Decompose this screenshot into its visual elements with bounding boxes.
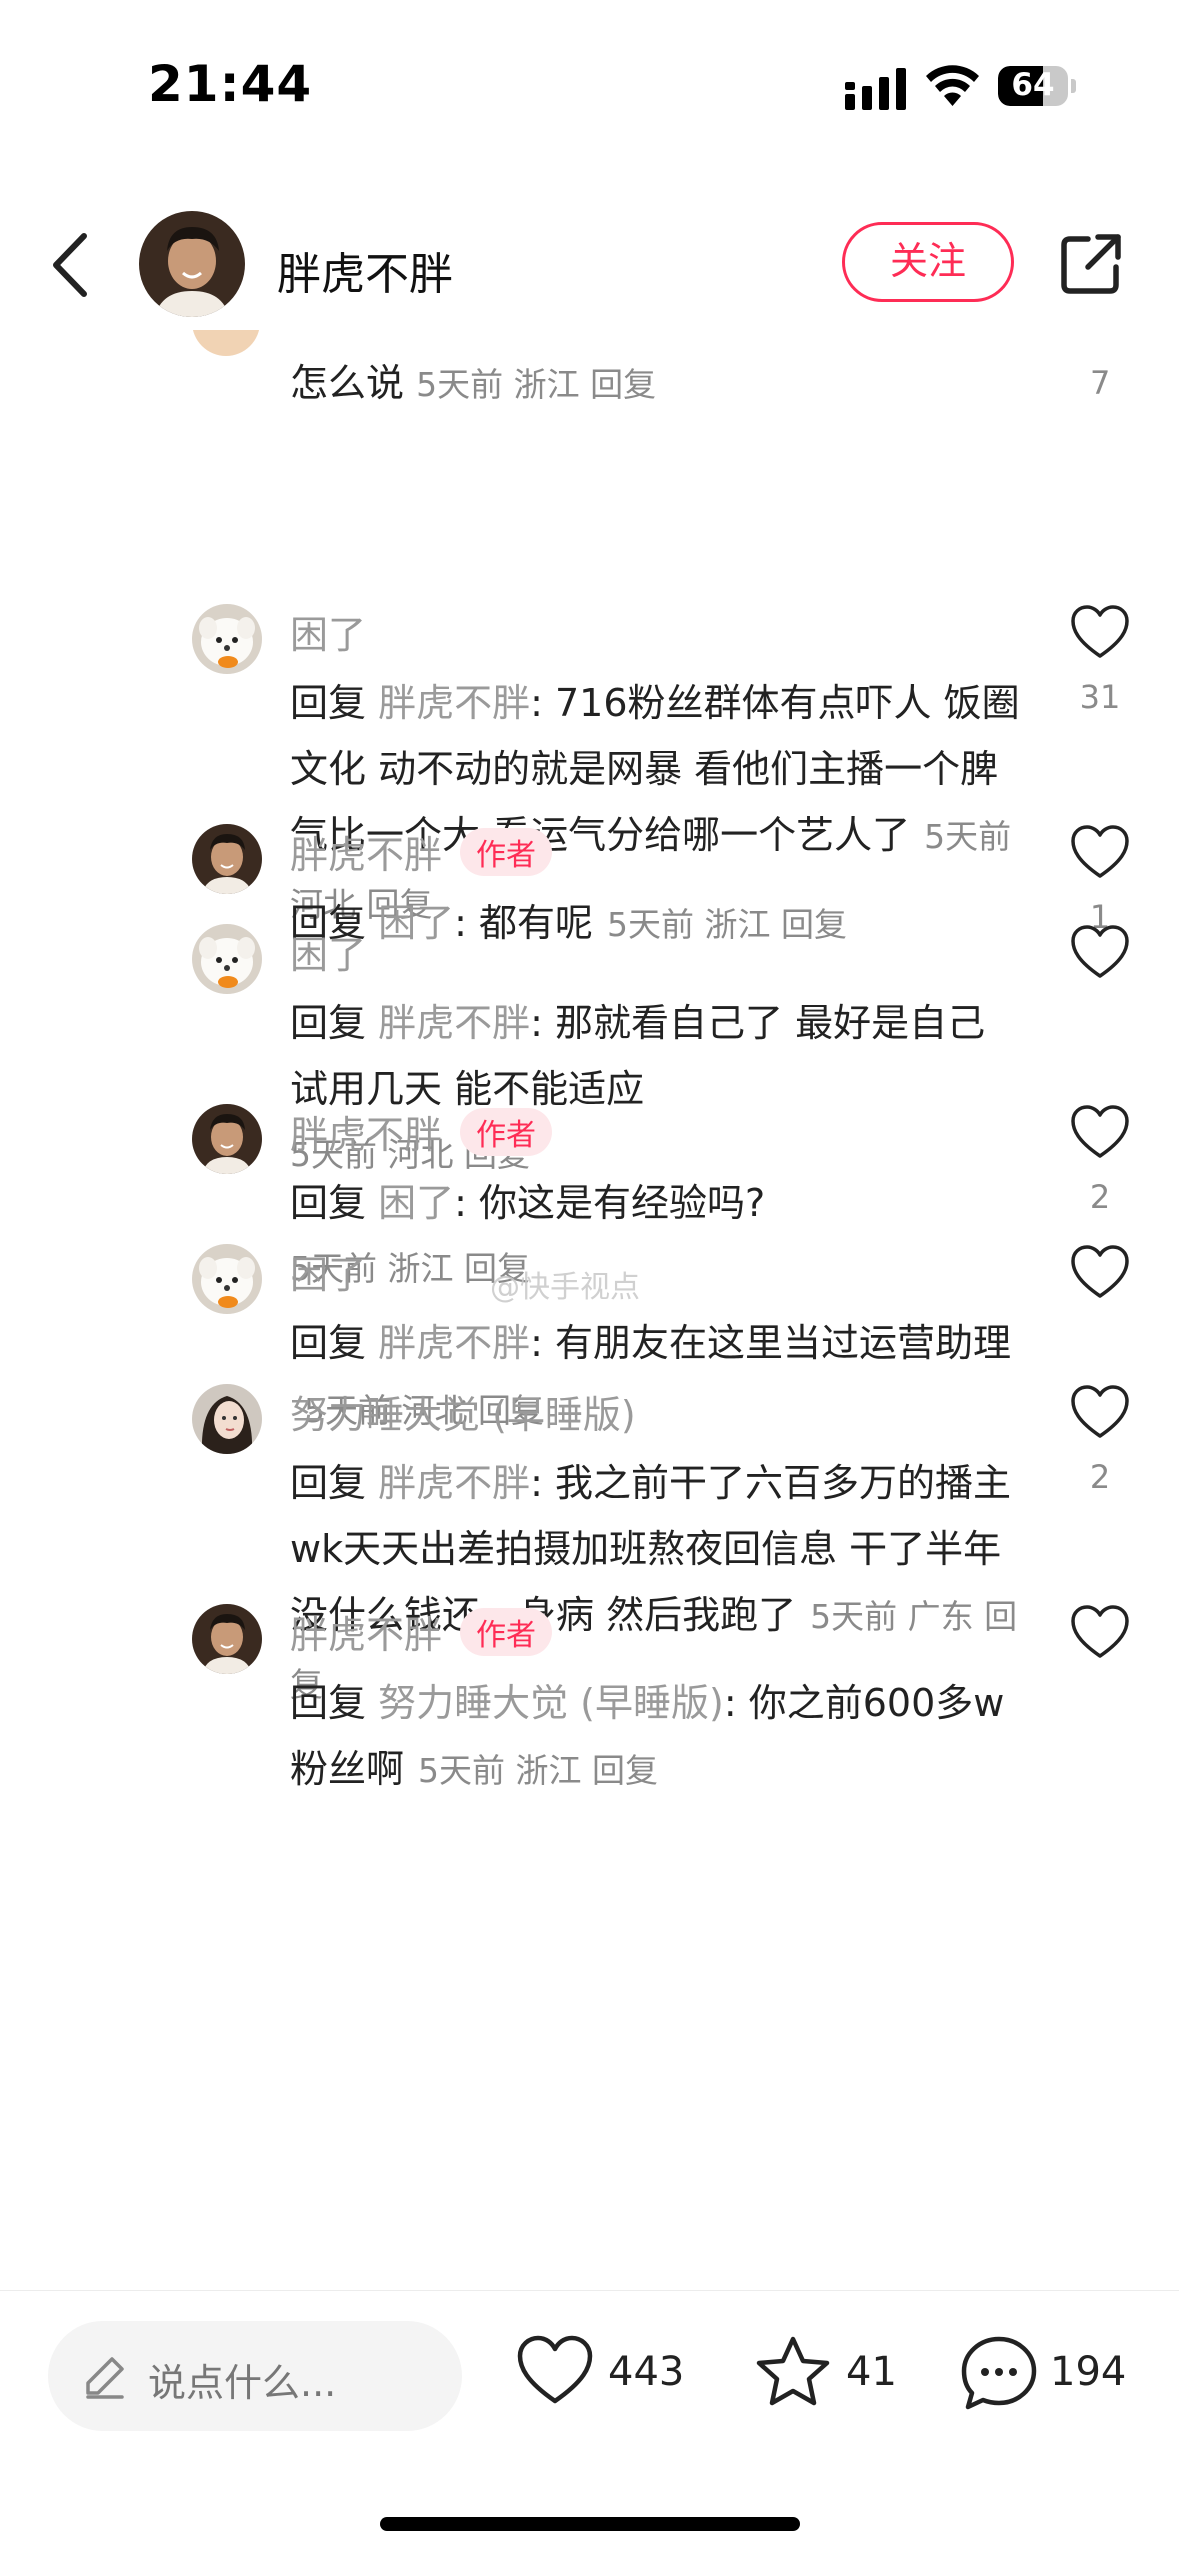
avatar[interactable]	[192, 604, 262, 674]
wifi-icon	[926, 65, 979, 106]
reply-prefix: 回复	[290, 1461, 379, 1505]
watermark: @快手视点	[490, 1270, 640, 1305]
partial-comment: 怎么说 5天前 浙江 回复	[290, 352, 656, 407]
avatar[interactable]	[192, 1104, 262, 1174]
comment-meta[interactable]: 5天前 浙江 回复	[290, 1236, 1020, 1302]
status-time: 21:44	[148, 55, 313, 113]
reply-target[interactable]: 胖虎不胖	[378, 1461, 530, 1505]
battery-percent: 64	[1011, 67, 1055, 103]
comment-total: 194	[1050, 2349, 1127, 2395]
heart-icon[interactable]	[1070, 1384, 1130, 1440]
status-bar: 21:44 64	[0, 0, 1179, 150]
comment-body: 回复 努力睡大觉 (早睡版): 你之前600多w粉丝啊 5天前 浙江 回复	[290, 1670, 1020, 1804]
commenter-name[interactable]: 困了	[290, 924, 366, 979]
commenter-name[interactable]: 胖虎不胖 作者	[290, 1604, 553, 1659]
comment-body: 回复 困了: 都有呢 5天前 浙江 回复	[290, 890, 1020, 958]
reply-target[interactable]: 胖虎不胖	[378, 681, 530, 725]
reply-prefix: 回复	[290, 1681, 379, 1725]
heart-icon[interactable]	[1070, 924, 1130, 980]
comment-text: 怎么说	[290, 361, 405, 405]
reply-prefix: 回复	[290, 1001, 379, 1045]
heart-icon[interactable]	[1070, 1604, 1130, 1660]
author-badge: 作者	[460, 1108, 553, 1156]
like-count: 7	[1090, 364, 1111, 402]
profile-header: 胖虎不胖 关注	[0, 200, 1179, 330]
comment-body: 回复 困了: 你这是有经验吗? 5天前 浙江 回复	[290, 1170, 1020, 1302]
comment-meta[interactable]: 5天前 浙江 回复	[416, 365, 656, 404]
author-badge: 作者	[460, 1608, 553, 1656]
author-avatar[interactable]	[139, 211, 245, 317]
author-name[interactable]: 胖虎不胖	[277, 238, 453, 302]
reply-target[interactable]: 困了	[378, 1181, 454, 1225]
avatar[interactable]	[192, 924, 262, 994]
heart-icon[interactable]	[1070, 824, 1130, 880]
comment-text: : 有朋友在这里当过运营助理	[530, 1321, 1011, 1365]
reply-target[interactable]: 努力睡大觉 (早睡版)	[378, 1681, 724, 1725]
cellular-signal-icon	[845, 68, 906, 110]
commenter-name[interactable]: 困了	[290, 1244, 366, 1299]
like-count: 2	[1089, 1178, 1111, 1216]
comment-list: 怎么说 5天前 浙江 回复 7 困了 回复 胖虎不胖: 716粉丝群体有点吓人 饭…	[0, 330, 1179, 2290]
favorite-button[interactable]: 41	[754, 2331, 904, 2421]
reply-target[interactable]: 胖虎不胖	[378, 1001, 530, 1045]
reply-prefix: 回复	[290, 681, 379, 725]
commenter-name[interactable]: 困了	[290, 604, 366, 659]
home-indicator	[380, 2517, 800, 2531]
reply-target[interactable]: 胖虎不胖	[378, 1321, 530, 1365]
reply-prefix: 回复	[290, 1181, 379, 1225]
heart-icon[interactable]	[1070, 1104, 1130, 1160]
share-icon[interactable]	[1058, 231, 1124, 297]
comment-text: : 你这是有经验吗?	[454, 1181, 766, 1225]
author-badge: 作者	[460, 828, 553, 876]
like-total: 443	[608, 2349, 685, 2395]
like-button[interactable]: 443	[516, 2331, 696, 2421]
avatar[interactable]	[192, 1244, 262, 1314]
follow-button[interactable]: 关注	[842, 222, 1014, 302]
commenter-name[interactable]: 胖虎不胖 作者	[290, 1104, 553, 1159]
like-count: 31	[1079, 678, 1121, 716]
avatar[interactable]	[192, 330, 260, 356]
favorite-total: 41	[846, 2349, 897, 2395]
commenter-name[interactable]: 努力睡大觉 (早睡版)	[290, 1384, 636, 1439]
bottom-action-bar: 说点什么... 443 41 194	[0, 2290, 1179, 2557]
battery-indicator: 64	[998, 66, 1076, 106]
like-count: 2	[1089, 1458, 1111, 1496]
heart-icon[interactable]	[1070, 604, 1130, 660]
comment-meta[interactable]: 5天前 浙江 回复	[607, 905, 847, 944]
reply-target[interactable]: 困了	[378, 901, 454, 945]
input-placeholder: 说点什么...	[148, 2361, 337, 2405]
reply-prefix: 回复	[290, 1321, 379, 1365]
comment-meta[interactable]: 5天前 浙江 回复	[418, 1751, 658, 1790]
avatar[interactable]	[192, 1384, 262, 1454]
avatar[interactable]	[192, 1604, 262, 1674]
comment-button[interactable]: 194	[960, 2331, 1140, 2421]
heart-icon	[517, 2335, 593, 2404]
star-icon	[756, 2336, 830, 2406]
comment-bubble-icon	[961, 2336, 1037, 2410]
pencil-icon	[86, 2357, 124, 2399]
commenter-name[interactable]: 胖虎不胖 作者	[290, 824, 553, 879]
comment-text: : 都有呢	[454, 901, 593, 945]
heart-icon[interactable]	[1070, 1244, 1130, 1300]
avatar[interactable]	[192, 824, 262, 894]
back-arrow-icon[interactable]	[46, 230, 96, 300]
comment-input[interactable]: 说点什么...	[48, 2321, 462, 2431]
